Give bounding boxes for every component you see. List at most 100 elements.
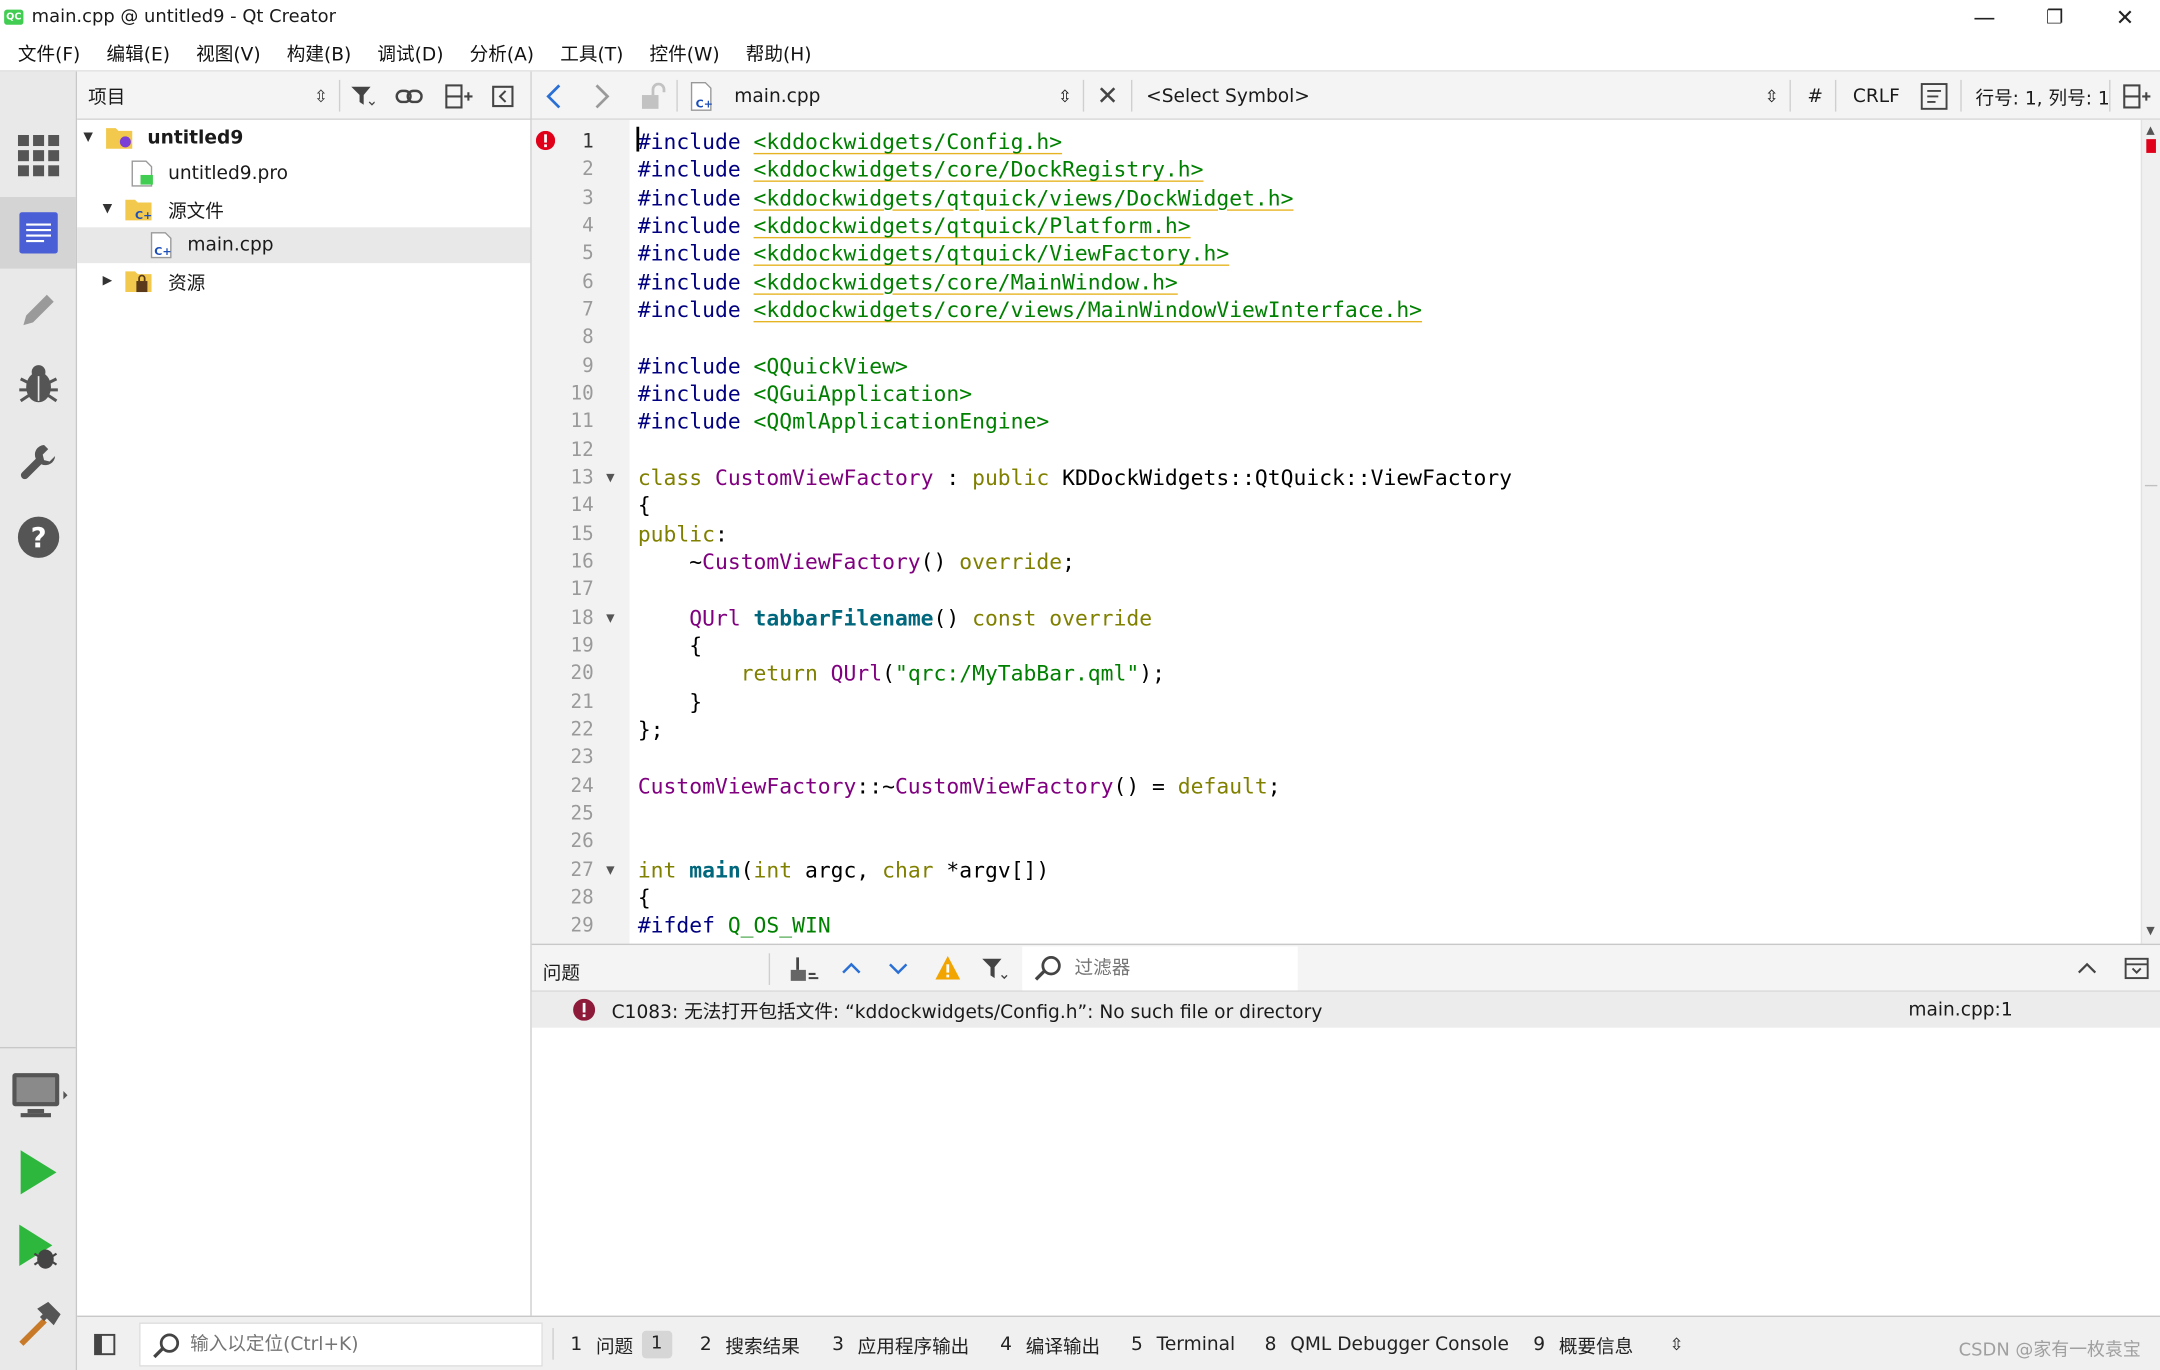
more-tabs-updown-icon[interactable]: ⇳ (1670, 1322, 1684, 1366)
code-line[interactable]: { (638, 632, 702, 660)
menu-controls[interactable]: 控件(W) (636, 39, 732, 66)
line-number[interactable]: 3 (533, 184, 594, 212)
line-number[interactable]: 20 (533, 660, 594, 688)
code-line[interactable]: #include <kddockwidgets/qtquick/views/Do… (638, 184, 1294, 212)
tree-item-project[interactable]: ▼ untitled9 (77, 120, 530, 156)
menu-tools[interactable]: 工具(T) (546, 39, 635, 66)
fold-marker-icon[interactable]: ▼ (606, 464, 620, 492)
symbol-selector-updown-icon[interactable]: ⇳ (1765, 72, 1779, 120)
navigate-forward-button[interactable] (592, 72, 611, 120)
code-line[interactable]: #include <kddockwidgets/core/DockRegistr… (638, 156, 1204, 184)
sync-editor-button[interactable] (394, 81, 424, 111)
edit-mode-button[interactable] (0, 196, 76, 269)
previous-issue-button[interactable] (840, 956, 862, 986)
toggle-sidebar-button[interactable] (94, 1333, 116, 1362)
line-number[interactable]: 7 (533, 296, 594, 324)
line-number[interactable]: 12 (533, 436, 594, 464)
expand-arrow-icon[interactable]: ▼ (81, 131, 95, 145)
tree-item-pro-file[interactable]: untitled9.pro (77, 156, 530, 192)
line-number[interactable]: 5 (533, 240, 594, 268)
clear-issues-button[interactable] (789, 956, 819, 989)
code-line[interactable]: int main(int argc, char *argv[]) (638, 856, 1049, 884)
output-tab-qml-debugger-console[interactable]: 8 QML Debugger Console (1265, 1322, 1509, 1366)
locator-field[interactable] (139, 1322, 543, 1367)
close-button[interactable]: ✕ (2090, 0, 2160, 34)
menu-help[interactable]: 帮助(H) (732, 39, 824, 66)
code-line[interactable]: #include <kddockwidgets/qtquick/ViewFact… (638, 240, 1229, 268)
line-number[interactable]: 22 (533, 716, 594, 744)
design-mode-button[interactable] (0, 274, 76, 346)
issue-row[interactable]: C1083: 无法打开包括文件: “kddockwidgets/Config.h… (531, 991, 2160, 1028)
issues-filter-field[interactable] (1022, 946, 1298, 991)
line-number[interactable]: 8 (533, 324, 594, 352)
projects-mode-button[interactable] (0, 426, 76, 498)
code-line[interactable]: #include <kddockwidgets/core/views/MainW… (638, 296, 1422, 324)
output-tab-issues[interactable]: 1 问题 1 (570, 1322, 673, 1366)
warnings-toggle-button[interactable] (934, 955, 962, 988)
scroll-down-arrow-icon[interactable]: ▼ (2146, 924, 2154, 936)
symbol-selector[interactable]: <Select Symbol> (1146, 72, 1310, 120)
line-number[interactable]: 26 (533, 828, 594, 856)
line-number[interactable]: 15 (533, 520, 594, 548)
line-number[interactable]: 28 (533, 884, 594, 912)
line-number[interactable]: 6 (533, 268, 594, 296)
restore-button[interactable]: ❐ (2020, 0, 2090, 34)
code-line[interactable]: QUrl tabbarFilename() const override (638, 604, 1152, 632)
tree-item-main-cpp[interactable]: C+ main.cpp (77, 227, 531, 264)
menu-view[interactable]: 视图(V) (182, 39, 273, 66)
menu-edit[interactable]: 编辑(E) (93, 39, 183, 66)
menu-debug[interactable]: 调试(D) (364, 39, 456, 66)
fold-marker-icon[interactable]: ▼ (606, 604, 620, 632)
issues-filter-button[interactable] (981, 956, 1009, 989)
hash-button[interactable]: # (1807, 72, 1823, 120)
cursor-position[interactable]: 行号: 1, 列号: 1 (1975, 72, 2109, 120)
vertical-scrollbar[interactable]: ▲ ▼ (2140, 119, 2160, 944)
menu-analyze[interactable]: 分析(A) (456, 39, 547, 66)
minimize-button[interactable]: — (1949, 0, 2019, 34)
kit-selector-button[interactable] (0, 1061, 76, 1133)
close-sidebar-button[interactable] (488, 81, 518, 111)
line-number[interactable]: 18 (533, 604, 594, 632)
close-document-button[interactable]: ✕ (1097, 72, 1119, 120)
line-number[interactable]: 13 (533, 464, 594, 492)
issue-location[interactable]: main.cpp:1 (1908, 999, 2012, 1021)
lock-button[interactable] (639, 72, 667, 120)
code-editor[interactable]: 1 2 3 4 5 6 7 8 9 10 11 12 13 ▼ 14 15 16 17 18 ▼ 19 20 21 22 23 2… (531, 119, 2160, 944)
code-line[interactable]: public: (638, 520, 728, 548)
line-number[interactable]: 19 (533, 632, 594, 660)
tree-item-resources[interactable]: ▶ 资源 (77, 263, 530, 299)
code-line[interactable]: } (638, 688, 702, 716)
line-ending-button[interactable]: CRLF (1853, 72, 1900, 120)
line-number[interactable]: 25 (533, 800, 594, 828)
outline-button[interactable] (1920, 72, 1948, 120)
scrollbar-thumb[interactable] (2144, 484, 2158, 487)
locator-input[interactable] (190, 1333, 521, 1356)
line-number-gutter[interactable]: 1 2 3 4 5 6 7 8 9 10 11 12 13 ▼ 14 15 16 17 18 ▼ 19 20 21 22 23 2… (531, 119, 630, 944)
debug-run-button[interactable] (0, 1212, 76, 1284)
expand-arrow-icon[interactable]: ▼ (101, 203, 115, 217)
debug-mode-button[interactable] (0, 349, 76, 421)
code-line[interactable]: #include <kddockwidgets/qtquick/Platform… (638, 212, 1191, 240)
output-tab-compile-output[interactable]: 4 编译输出 (1000, 1322, 1100, 1366)
line-number[interactable]: 16 (533, 548, 594, 576)
filter-tree-button[interactable] (347, 81, 377, 111)
line-number[interactable]: 9 (533, 352, 594, 380)
document-selector-updown-icon[interactable]: ⇳ (1058, 72, 1072, 120)
line-number[interactable]: 11 (533, 408, 594, 436)
code-line[interactable]: { (638, 884, 651, 912)
collapse-arrow-icon[interactable]: ▶ (101, 274, 115, 288)
line-number[interactable]: 1 (533, 128, 594, 156)
code-line[interactable]: #include <QGuiApplication> (638, 380, 972, 408)
fold-marker-icon[interactable]: ▼ (606, 856, 620, 884)
output-tab-terminal[interactable]: 5 Terminal (1131, 1322, 1235, 1366)
tree-item-sources[interactable]: ▼ C+ 源文件 (77, 191, 530, 227)
scroll-up-arrow-icon[interactable]: ▲ (2146, 124, 2154, 136)
line-number[interactable]: 2 (533, 156, 594, 184)
code-line[interactable]: #include <QQmlApplicationEngine> (638, 408, 1049, 436)
code-line[interactable]: { (638, 492, 651, 520)
maximize-pane-button[interactable] (2075, 956, 2100, 986)
line-number[interactable]: 21 (533, 688, 594, 716)
split-editor-button[interactable] (2123, 72, 2151, 120)
run-button[interactable] (0, 1137, 76, 1209)
line-number[interactable]: 4 (533, 212, 594, 240)
